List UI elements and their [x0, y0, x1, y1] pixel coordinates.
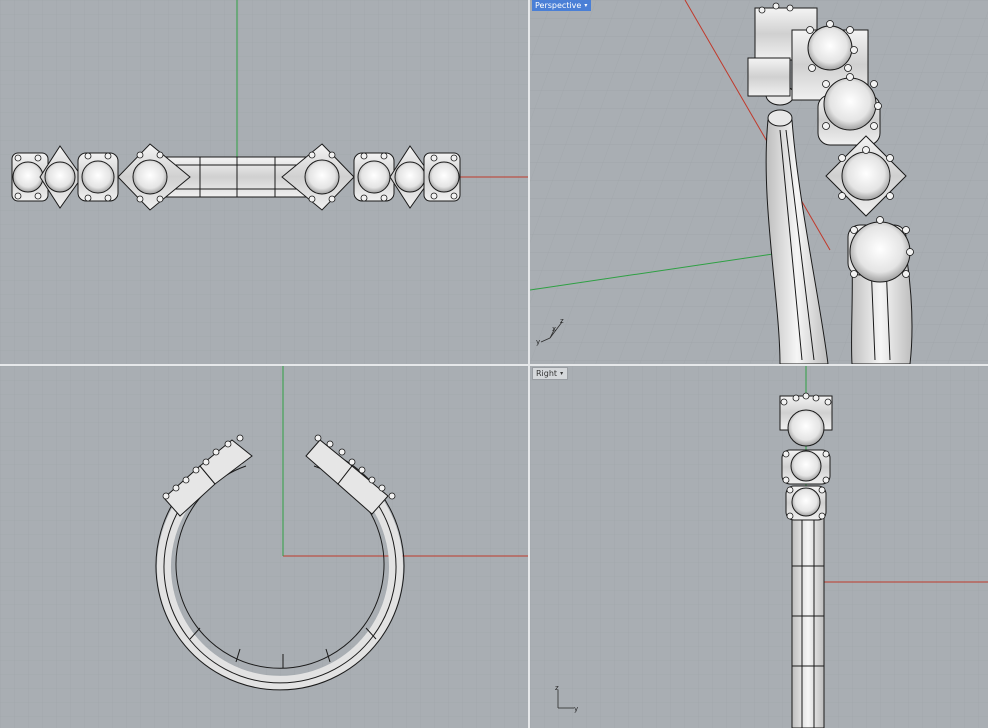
ring-shank-right — [791, 515, 825, 728]
axis-y-label: y — [574, 705, 578, 713]
top-view-scene — [0, 0, 528, 364]
chevron-down-icon: ▾ — [584, 2, 588, 9]
viewport-title: Right — [536, 369, 558, 378]
axis-gizmo-right: z y — [555, 684, 578, 713]
front-view-scene — [0, 366, 528, 728]
viewport-perspective[interactable]: Perspective ▾ z x y — [530, 0, 988, 364]
viewport-label-right[interactable]: Right ▾ — [532, 367, 569, 380]
axis-gizmo-perspective: z x y — [536, 317, 564, 346]
viewport-top[interactable] — [0, 0, 528, 364]
chevron-down-icon: ▾ — [560, 370, 564, 377]
gem-stack-right — [779, 395, 833, 521]
axis-z-label: z — [555, 684, 559, 692]
perspective-view-scene — [530, 0, 988, 364]
axis-y-label: y — [536, 338, 540, 346]
viewport-title: Perspective — [535, 1, 582, 10]
viewport-right[interactable]: Right ▾ z y — [530, 366, 988, 728]
axis-z-label: z — [560, 317, 564, 325]
right-view-scene — [530, 366, 988, 728]
axis-x-label: x — [552, 325, 556, 333]
viewport-label-perspective[interactable]: Perspective ▾ — [532, 0, 592, 11]
viewport-front[interactable] — [0, 366, 528, 728]
viewport-divider-horizontal[interactable] — [0, 364, 988, 366]
